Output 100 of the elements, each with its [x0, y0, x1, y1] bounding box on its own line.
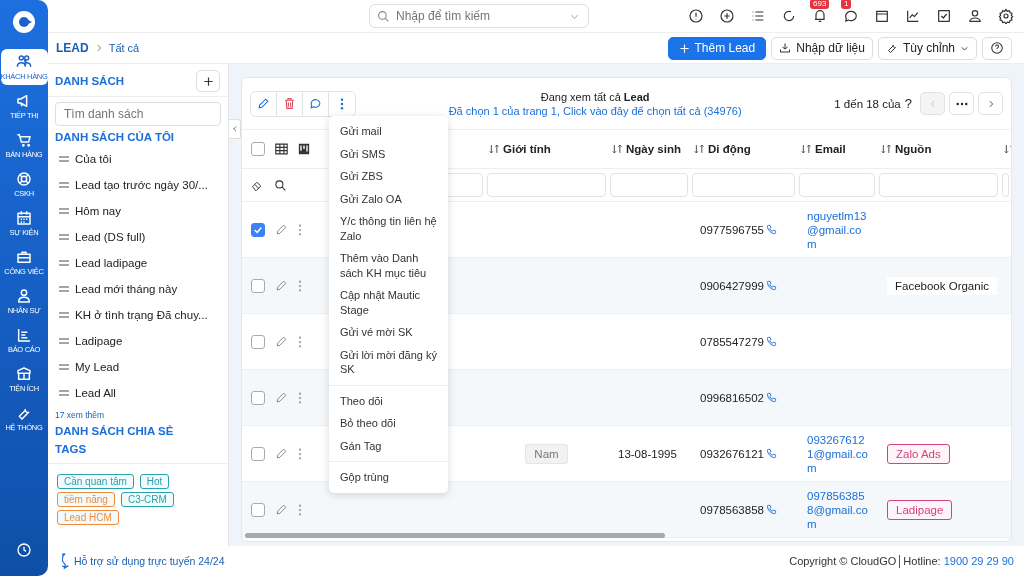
settings-icon[interactable]	[998, 8, 1014, 24]
add-icon[interactable]	[719, 8, 735, 24]
logo-icon	[12, 10, 36, 34]
support-link[interactable]: Hỗ trợ sử dụng trực tuyến 24/24	[74, 555, 225, 567]
pencil-icon[interactable]	[275, 447, 288, 460]
filter-field[interactable]	[610, 173, 688, 197]
filter-field[interactable]	[692, 173, 795, 197]
edit-button[interactable]	[251, 91, 277, 116]
show-more-link[interactable]: 17 xem thêm	[48, 406, 228, 422]
pencil-icon[interactable]	[275, 503, 288, 516]
phone-icon[interactable]	[765, 504, 777, 515]
table-icon[interactable]	[275, 143, 288, 155]
pencil-icon[interactable]	[275, 391, 288, 404]
select-all-checkbox[interactable]	[251, 142, 265, 156]
kebab-icon[interactable]	[298, 279, 302, 292]
column-header[interactable]: Nguồn	[877, 143, 1000, 155]
phone-icon[interactable]	[765, 280, 777, 291]
checkbox-icon[interactable]	[936, 8, 952, 24]
calendar-icon[interactable]	[874, 8, 890, 24]
kebab-icon[interactable]	[298, 447, 302, 460]
user-icon[interactable]	[967, 8, 983, 24]
chart-icon[interactable]	[905, 8, 921, 24]
menu-item[interactable]: Y/c thông tin liên hệ Zalo	[329, 210, 448, 247]
list-item[interactable]: My Lead	[48, 354, 228, 380]
list-item[interactable]: Lead All	[48, 380, 228, 406]
breadcrumb-link[interactable]: LEAD	[56, 41, 89, 55]
more-pages-button[interactable]	[949, 92, 974, 115]
email-link[interactable]: 0978563858@gmail.com	[807, 488, 869, 531]
menu-item[interactable]: Theo dõi	[329, 389, 448, 412]
collapse-button[interactable]	[229, 119, 241, 139]
email-link[interactable]: nguyetlm13@gmail.com	[807, 208, 869, 251]
menu-item[interactable]: Gửi SMS	[329, 142, 448, 165]
list-item[interactable]: Lead tạo trước ngày 30/...	[48, 172, 228, 198]
row-checkbox[interactable]	[251, 278, 265, 293]
filter-field[interactable]	[879, 173, 998, 197]
menu-item[interactable]: Gộp trùng	[329, 466, 448, 489]
alert-icon[interactable]	[688, 8, 704, 24]
menu-item[interactable]: Gửi lời mời đăng ký SK	[329, 343, 448, 381]
search-field[interactable]: Nhập để tìm kiếm	[369, 4, 589, 28]
column-header[interactable]: Email	[797, 143, 877, 155]
people-icon	[16, 53, 32, 70]
menu-item[interactable]: Cập nhật Mautic Stage	[329, 284, 448, 321]
phone-icon[interactable]	[765, 336, 777, 347]
next-page-button[interactable]	[978, 92, 1003, 115]
select-all-link[interactable]: Đã chọn 1 của trang 1, Click vào đây để chọn tất cả (34976)	[356, 103, 835, 118]
list-item-label: Lead ladipage	[75, 257, 148, 269]
row-checkbox[interactable]	[251, 446, 265, 461]
column-header[interactable]: Giới tính	[485, 143, 608, 155]
bell-icon[interactable]	[812, 8, 828, 24]
filter-field[interactable]	[487, 173, 606, 197]
row-checkbox[interactable]	[251, 390, 265, 405]
phone-icon[interactable]	[765, 448, 777, 459]
menu-item[interactable]: Gửi vé mời SK	[329, 321, 448, 344]
list-item-label: Của tôi	[75, 153, 112, 165]
table-cell: 0978563858	[700, 503, 764, 516]
menu-item[interactable]: Bỏ theo dõi	[329, 412, 448, 435]
help-button[interactable]	[982, 36, 1012, 60]
list-item[interactable]: Hôm nay	[48, 198, 228, 224]
import-button[interactable]: Nhập dữ liệu	[771, 36, 873, 60]
menu-item[interactable]: Gửi ZBS	[329, 165, 448, 188]
kebab-icon[interactable]	[298, 503, 302, 516]
menu-item[interactable]: Thêm vào Danh sách KH mục tiêu	[329, 247, 448, 284]
chat-icon[interactable]	[843, 8, 859, 24]
email-link[interactable]: 0932676121@gmail.com	[807, 432, 869, 475]
hotline-link[interactable]: 1900 29 29 90	[943, 555, 1014, 567]
kebab-icon[interactable]	[298, 223, 302, 236]
refresh-icon[interactable]	[781, 8, 797, 24]
filter-field[interactable]	[799, 173, 875, 197]
filter-field[interactable]	[1002, 173, 1009, 197]
list-item[interactable]: KH ở tình trạng Đã chuy...	[48, 302, 228, 328]
history-icon[interactable]	[16, 542, 32, 558]
row-checkbox[interactable]	[251, 334, 265, 349]
kebab-icon[interactable]	[298, 391, 302, 404]
list-item[interactable]: Lead (DS full)	[48, 224, 228, 250]
row-checkbox[interactable]	[251, 502, 265, 517]
column-header[interactable]: Di động	[690, 143, 797, 155]
kanban-icon[interactable]	[298, 143, 310, 155]
pencil-icon[interactable]	[275, 335, 288, 348]
column-header[interactable]: Ngày sinh	[608, 143, 690, 155]
menu-item[interactable]: Gửi mail	[329, 120, 448, 143]
row-checkbox[interactable]	[251, 222, 265, 237]
customize-button[interactable]: Tùy chỉnh	[877, 36, 977, 60]
add-list-button[interactable]	[196, 70, 220, 92]
add-lead-button[interactable]: Thêm Lead	[667, 36, 767, 60]
phone-icon[interactable]	[765, 392, 777, 403]
kebab-icon[interactable]	[298, 335, 302, 348]
menu-item[interactable]: Gán Tag	[329, 434, 448, 457]
menu-item[interactable]: Gửi Zalo OA	[329, 187, 448, 210]
pencil-icon[interactable]	[275, 279, 288, 292]
list-item[interactable]: Của tôi	[48, 146, 228, 172]
phone-icon[interactable]	[765, 224, 777, 235]
list-item-label: Lead mới tháng này	[75, 283, 178, 295]
checkmark-icon	[253, 224, 263, 235]
list-item[interactable]: Lead mới tháng này	[48, 276, 228, 302]
scrollbar[interactable]	[245, 533, 665, 538]
list-item[interactable]: Lead ladipage	[48, 250, 228, 276]
list-search-field[interactable]: Tìm danh sách	[55, 102, 221, 126]
list-item[interactable]: Ladipage	[48, 328, 228, 354]
pencil-icon[interactable]	[275, 223, 288, 236]
search-icon[interactable]	[274, 178, 287, 192]
